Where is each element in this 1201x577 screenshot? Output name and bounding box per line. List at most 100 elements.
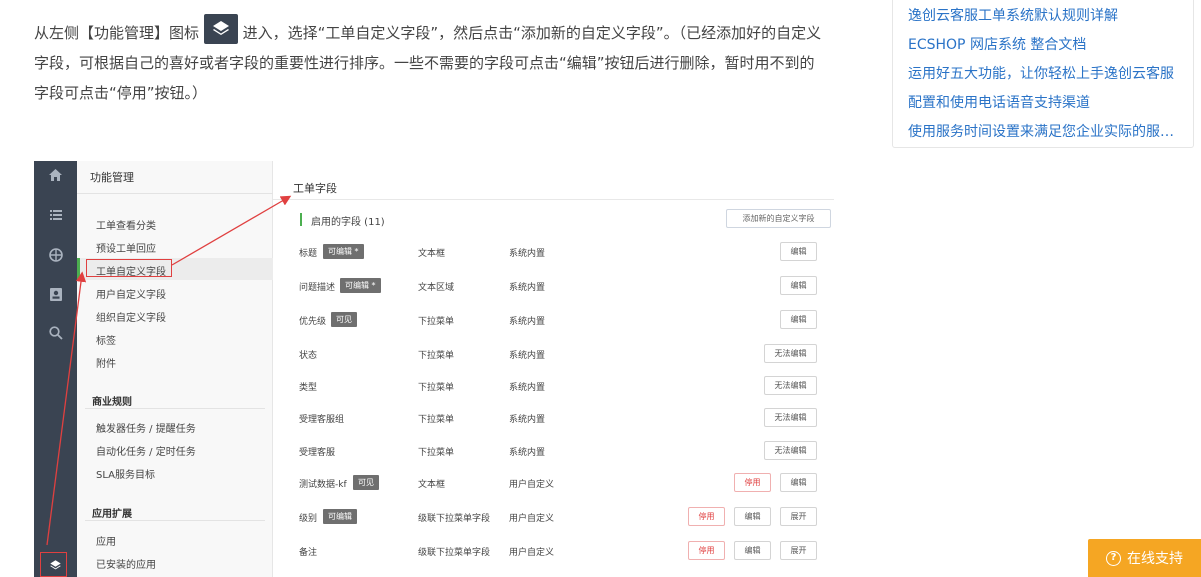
menu-item[interactable]: 附件	[96, 355, 116, 370]
field-source: 系统内置	[509, 317, 546, 327]
home-icon[interactable]	[46, 165, 65, 184]
not-editable-button[interactable]: 无法编辑	[764, 344, 817, 363]
field-row: 标题 可编辑 * 文本框 系统内置 编辑	[273, 241, 834, 263]
field-type: 下拉菜单	[418, 448, 455, 458]
field-type: 文本框	[418, 480, 446, 490]
edit-button[interactable]: 编辑	[780, 242, 817, 261]
field-tag: 可见	[353, 475, 379, 490]
field-tag: 可见	[331, 312, 357, 327]
disable-button[interactable]: 停用	[734, 473, 771, 492]
rail-active-highlight	[40, 552, 67, 577]
enabled-indicator	[300, 213, 302, 226]
edit-button[interactable]: 编辑	[780, 473, 817, 492]
menu-item[interactable]: 用户自定义字段	[96, 286, 166, 301]
field-source: 用户自定义	[509, 514, 555, 524]
field-tag: 可编辑 *	[323, 244, 364, 259]
menu-item[interactable]: 标签	[96, 332, 116, 347]
field-row: 类型 下拉菜单 系统内置 无法编辑	[273, 375, 834, 397]
globe-icon[interactable]	[46, 245, 65, 264]
edit-button[interactable]: 编辑	[734, 507, 771, 526]
menu-section-title: 应用扩展	[92, 509, 132, 520]
menu-item[interactable]: 工单查看分类	[96, 217, 156, 232]
related-article-link[interactable]: 配置和使用电话语音支持渠道	[908, 89, 1178, 118]
related-article-link[interactable]: ECSHOP 网店系统 整合文档	[908, 31, 1178, 60]
field-row: 备注 级联下拉菜单字段 用户自定义 停用 编辑 展开	[273, 540, 834, 562]
not-editable-button[interactable]: 无法编辑	[764, 441, 817, 460]
list-icon[interactable]	[46, 205, 65, 224]
article-paragraph: 从左侧【功能管理】图标 进入，选择“工单自定义字段”，然后点击“添加新的自定义字…	[34, 14, 824, 108]
field-type: 下拉菜单	[418, 383, 455, 393]
search-icon[interactable]	[46, 323, 65, 342]
page-title: 工单字段	[293, 182, 337, 195]
field-name: 问题描述	[299, 283, 336, 293]
expand-button[interactable]: 展开	[780, 507, 817, 526]
menu-item[interactable]: 触发器任务 / 提醒任务	[96, 420, 196, 435]
field-source: 系统内置	[509, 448, 546, 458]
article-text-before: 从左侧【功能管理】图标	[34, 24, 200, 42]
menu-item[interactable]: SLA服务目标	[96, 466, 155, 481]
question-icon: ?	[1106, 550, 1121, 566]
not-editable-button[interactable]: 无法编辑	[764, 408, 817, 427]
field-row: 受理客服组 下拉菜单 系统内置 无法编辑	[273, 407, 834, 429]
field-source: 用户自定义	[509, 548, 555, 558]
related-article-link[interactable]: 逸创云客服工单系统默认规则详解	[908, 2, 1178, 31]
field-source: 系统内置	[509, 415, 546, 425]
field-name: 受理客服	[299, 448, 336, 458]
field-source: 系统内置	[509, 249, 546, 259]
menu-item[interactable]: 应用	[96, 533, 116, 548]
field-row: 级别 可编辑 级联下拉菜单字段 用户自定义 停用 编辑 展开	[273, 506, 834, 528]
field-name: 备注	[299, 548, 318, 558]
field-name: 受理客服组	[299, 415, 345, 425]
edit-button[interactable]: 编辑	[780, 310, 817, 329]
field-name: 优先级	[299, 317, 327, 327]
disable-button[interactable]: 停用	[688, 541, 725, 560]
related-article-link[interactable]: 使用服务时间设置来满足您企业实际的服务...	[908, 118, 1178, 147]
divider	[273, 199, 834, 200]
field-type: 下拉菜单	[418, 415, 455, 425]
field-tag: 可编辑 *	[340, 278, 381, 293]
field-name: 级别	[299, 514, 318, 524]
related-list: 逸创云客服工单系统默认规则详解 ECSHOP 网店系统 整合文档 运用好五大功能，让…	[893, 0, 1193, 147]
field-type: 文本框	[418, 249, 446, 259]
fields-content: 工单字段 启用的字段 (11) 添加新的自定义字段 标题 可编辑 * 文本框 系统内置…	[273, 161, 834, 577]
field-row: 受理客服 下拉菜单 系统内置 无法编辑	[273, 440, 834, 462]
field-source: 系统内置	[509, 351, 546, 361]
field-name: 测试数据-kf	[299, 480, 347, 490]
admin-screenshot: 功能管理 工单查看分类 预设工单回应 工单自定义字段 用户自定义字段 组织自定义字段 标签…	[34, 161, 834, 577]
disable-button[interactable]: 停用	[688, 507, 725, 526]
field-name: 状态	[299, 351, 318, 361]
menu-annotation-box	[86, 259, 172, 277]
field-type: 下拉菜单	[418, 351, 455, 361]
layers-icon	[203, 14, 238, 44]
related-article-link[interactable]: 运用好五大功能，让你轻松上手逸创云客服	[908, 60, 1178, 89]
function-menu: 功能管理 工单查看分类 预设工单回应 工单自定义字段 用户自定义字段 组织自定义字段 标签…	[77, 161, 273, 577]
edit-button[interactable]: 编辑	[780, 276, 817, 295]
field-tag: 可编辑	[323, 509, 357, 524]
menu-section-title: 商业规则	[92, 397, 132, 408]
menu-item[interactable]: 已安装的应用	[96, 556, 156, 571]
edit-button[interactable]: 编辑	[734, 541, 771, 560]
menu-item[interactable]: 自动化任务 / 定时任务	[96, 443, 196, 458]
enabled-fields-label: 启用的字段 (11)	[311, 217, 385, 228]
field-row: 状态 下拉菜单 系统内置 无法编辑	[273, 343, 834, 365]
field-source: 用户自定义	[509, 480, 555, 490]
menu-item[interactable]: 组织自定义字段	[96, 309, 166, 324]
field-name: 类型	[299, 383, 318, 393]
field-row: 问题描述 可编辑 * 文本区域 系统内置 编辑	[273, 275, 834, 297]
field-source: 系统内置	[509, 383, 546, 393]
field-type: 级联下拉菜单字段	[418, 548, 491, 558]
related-articles: 逸创云客服工单系统默认规则详解 ECSHOP 网店系统 整合文档 运用好五大功能，让…	[892, 0, 1194, 148]
field-type: 级联下拉菜单字段	[418, 514, 491, 524]
menu-selected-bar	[77, 258, 80, 280]
field-name: 标题	[299, 249, 318, 259]
not-editable-button[interactable]: 无法编辑	[764, 376, 817, 395]
field-type: 文本区域	[418, 283, 455, 293]
divider	[85, 408, 265, 409]
expand-button[interactable]: 展开	[780, 541, 817, 560]
online-support-button[interactable]: ? 在线支持	[1088, 539, 1201, 577]
field-row: 优先级 可见 下拉菜单 系统内置 编辑	[273, 309, 834, 331]
icon-rail	[34, 161, 77, 577]
menu-item[interactable]: 预设工单回应	[96, 240, 156, 255]
contact-card-icon[interactable]	[46, 285, 65, 304]
add-field-button[interactable]: 添加新的自定义字段	[726, 209, 831, 228]
